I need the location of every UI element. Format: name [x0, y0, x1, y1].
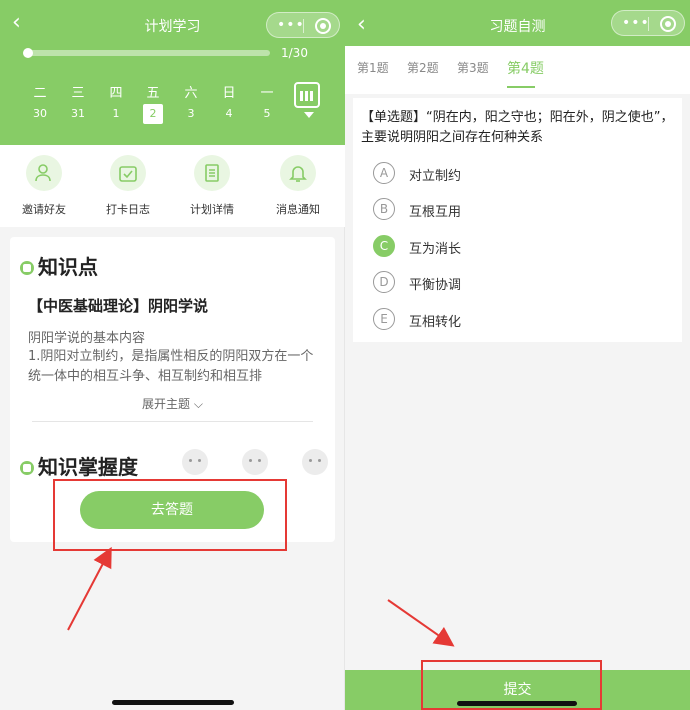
- annotation-arrow-left: [67, 546, 112, 631]
- annotation-arrow-right: [387, 599, 455, 647]
- annotation-arrows: [67, 546, 455, 647]
- screenshot-root: ‹ 计划学习 ••• 1/30 二 三 四 五 六 日 一 30 31 1 2 …: [0, 0, 690, 710]
